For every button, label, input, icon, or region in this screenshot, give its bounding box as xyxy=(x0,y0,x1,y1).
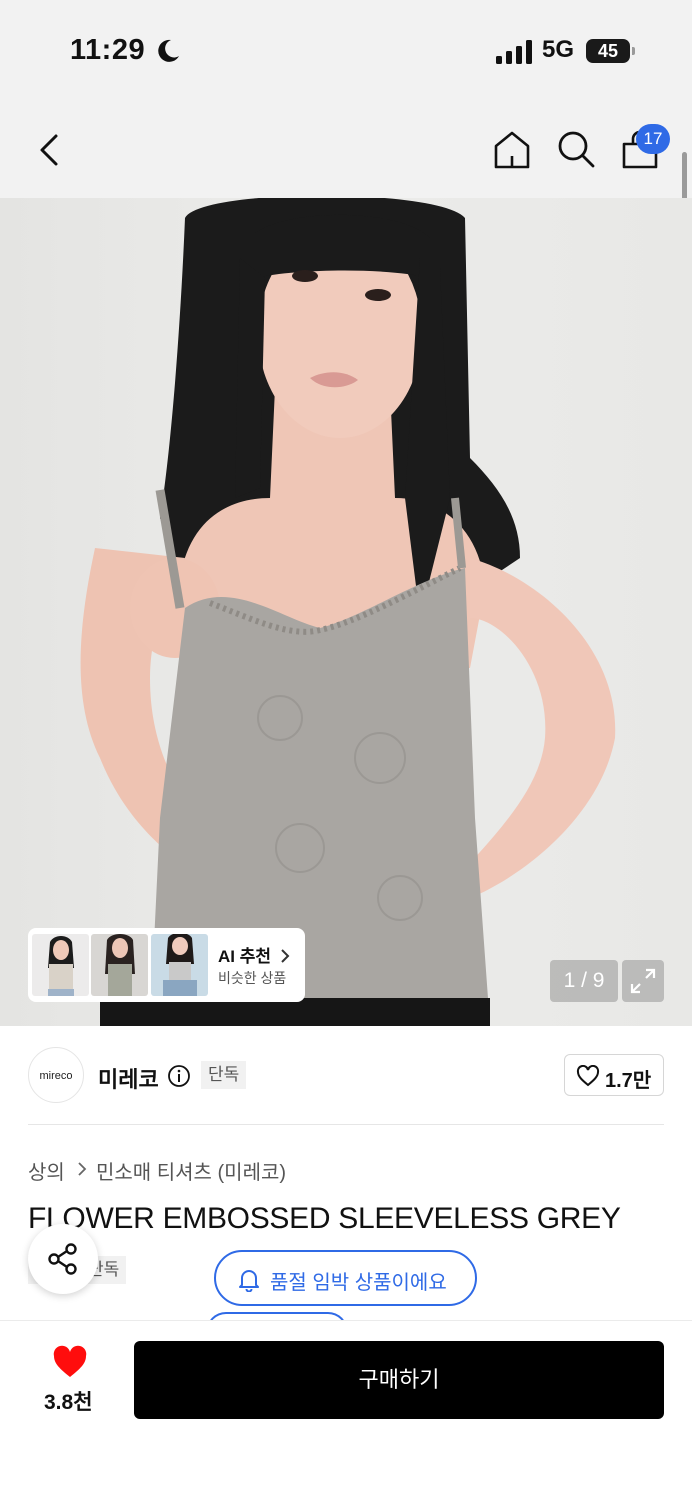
brand-like-count: 1.7만 xyxy=(605,1070,652,1092)
recommendation-thumbnail[interactable] xyxy=(32,934,89,996)
buy-button[interactable]: 구매하기 xyxy=(134,1341,664,1419)
home-icon[interactable] xyxy=(490,128,534,172)
recommendation-thumbnail[interactable] xyxy=(151,934,208,996)
top-nav: 17 xyxy=(0,100,692,198)
product-title: FLOWER EMBOSSED SLEEVELESS GREY xyxy=(28,1202,621,1235)
share-button[interactable] xyxy=(28,1224,98,1294)
bell-icon xyxy=(239,1270,259,1292)
share-icon xyxy=(48,1243,77,1275)
status-time: 11:29 xyxy=(70,34,146,66)
expand-icon xyxy=(630,968,656,994)
brand-logo[interactable]: mireco xyxy=(28,1047,84,1103)
status-bar: 11:29 5G 45 xyxy=(0,0,692,100)
brand-name[interactable]: 미레코 xyxy=(98,1062,159,1094)
heart-filled-icon[interactable] xyxy=(52,1345,88,1379)
ai-recommendation-subtitle: 비슷한 상품 xyxy=(218,970,287,986)
model-photo xyxy=(80,198,616,1026)
recommendation-thumbnail[interactable] xyxy=(91,934,148,996)
cart-count-badge: 17 xyxy=(636,124,670,154)
chevron-right-icon xyxy=(78,1162,87,1176)
moon-icon xyxy=(158,39,179,62)
brand-exclusive-tag: 단독 xyxy=(201,1061,247,1089)
breadcrumb-subcategory[interactable]: 민소매 티셔츠 (미레코) xyxy=(96,1156,286,1185)
signal-icon xyxy=(496,40,532,64)
wishlist-count: 3.8천 xyxy=(44,1391,93,1414)
chevron-right-icon xyxy=(281,949,290,963)
expand-button[interactable] xyxy=(622,960,664,1002)
info-icon[interactable] xyxy=(167,1064,191,1088)
brand-like-button[interactable]: 1.7만 xyxy=(564,1054,664,1096)
network-type: 5G xyxy=(542,36,575,63)
image-counter: 1 / 9 xyxy=(550,960,618,1002)
search-icon[interactable] xyxy=(555,128,597,170)
low-stock-alert[interactable]: 품절 임박 상품이에요 xyxy=(214,1250,477,1306)
ai-recommendation-card[interactable]: AI 추천 비슷한 상품 xyxy=(28,928,305,1002)
breadcrumb-category[interactable]: 상의 xyxy=(28,1156,65,1185)
low-stock-text: 품절 임박 상품이에요 xyxy=(270,1272,447,1294)
battery-indicator: 45 xyxy=(586,39,635,63)
product-image[interactable] xyxy=(0,198,692,1026)
divider xyxy=(28,1124,664,1125)
back-icon[interactable] xyxy=(32,130,68,170)
heart-outline-icon xyxy=(576,1065,600,1087)
ai-recommendation-title: AI 추천 xyxy=(218,942,291,967)
